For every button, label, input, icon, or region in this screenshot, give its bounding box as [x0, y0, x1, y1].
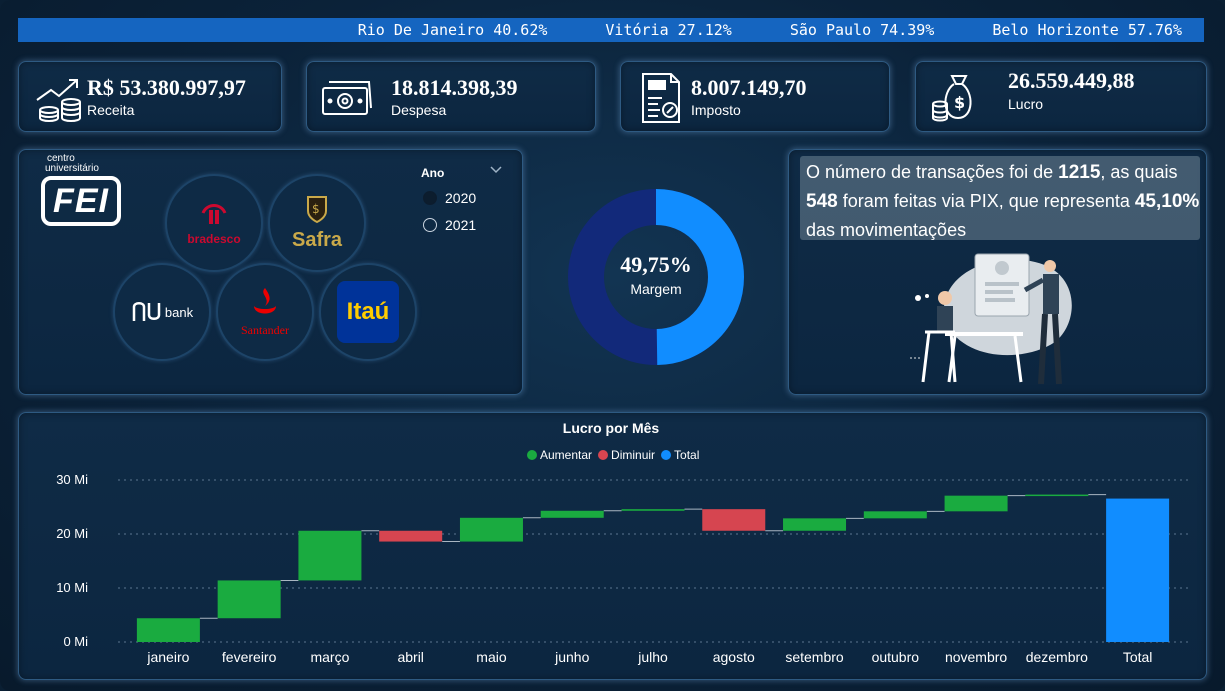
x-tick-label: outubro [872, 649, 920, 665]
kpi-value: R$ 53.380.997,97 [87, 75, 246, 100]
x-tick-label: Total [1123, 649, 1153, 665]
bar-increase[interactable] [621, 509, 685, 511]
radio-icon[interactable] [423, 218, 437, 232]
tax-document-icon [642, 73, 680, 123]
bradesco-tree-icon [201, 203, 227, 224]
x-tick-label: abril [397, 649, 423, 665]
ticker-item: Rio De Janeiro 40.62% [357, 21, 548, 39]
chevron-down-icon[interactable] [489, 162, 503, 176]
kpi-label: Lucro [1008, 96, 1044, 112]
waterfall-chart: 0 Mi 10 Mi 20 Mi 30 Mi janeiro fevereiro março… [56, 472, 1190, 665]
safra-shield-icon: $ [307, 196, 327, 224]
bar-total[interactable] [1106, 498, 1170, 642]
kpi-card-despesa: 18.814.398,39 Despesa [306, 61, 596, 132]
bank-nubank-logo: bank [113, 263, 211, 361]
legend-item[interactable]: Total [661, 448, 699, 462]
y-tick-label: 20 Mi [56, 526, 88, 541]
x-tick-label: agosto [713, 649, 755, 665]
margin-label: Margem [630, 281, 682, 297]
chart-title: Lucro por Mês [562, 420, 660, 436]
x-tick-label: julho [637, 649, 668, 665]
x-tick-label: março [310, 649, 349, 665]
svg-text:$: $ [954, 93, 965, 112]
business-meeting-illustration [910, 253, 1072, 385]
kpi-label: Despesa [391, 102, 447, 118]
money-bag-icon: $ [932, 75, 972, 122]
legend-item[interactable]: Aumentar [527, 448, 592, 462]
margin-value: 49,75% [620, 252, 692, 277]
revenue-growth-icon [36, 79, 81, 122]
bank-safra-logo: $ Safra [268, 174, 366, 272]
bar-increase[interactable] [217, 580, 281, 619]
bar-increase[interactable] [944, 495, 1008, 512]
transactions-text: O número de transações foi de 1215, as q… [800, 156, 1200, 240]
bar-increase[interactable] [863, 511, 927, 519]
bank-bradesco-logo: bradesco [165, 174, 263, 272]
bar-decrease[interactable] [702, 509, 766, 531]
cash-bill-icon [322, 81, 372, 115]
year-option-2020[interactable]: 2020 [423, 190, 476, 206]
y-tick-label: 30 Mi [56, 472, 88, 487]
bar-increase[interactable] [136, 618, 200, 642]
x-tick-label: dezembro [1026, 649, 1088, 665]
x-tick-label: maio [476, 649, 507, 665]
nubank-nu-icon [132, 302, 161, 321]
bank-itau-logo: Itaú [319, 263, 417, 361]
kpi-card-imposto: 8.007.149,70 Imposto [620, 61, 890, 132]
bar-increase[interactable] [783, 518, 847, 531]
bar-increase[interactable] [1025, 494, 1089, 497]
legend-item[interactable]: Diminuir [598, 448, 655, 462]
kpi-card-receita: R$ 53.380.997,97 Receita [18, 61, 282, 132]
x-tick-label: setembro [785, 649, 844, 665]
bar-increase[interactable] [540, 510, 604, 518]
fei-logo: centro universitário FEI [41, 154, 125, 232]
kpi-value: 8.007.149,70 [691, 75, 807, 100]
y-tick-label: 0 Mi [63, 634, 88, 649]
kpi-label: Imposto [691, 102, 741, 118]
svg-text:$: $ [312, 202, 320, 216]
ticker-item: Vitória 27.12% [605, 21, 732, 39]
city-ticker: Rio De Janeiro 40.62% Vitória 27.12% São… [18, 18, 1204, 42]
year-option-2021[interactable]: 2021 [423, 217, 476, 233]
radio-selected-icon[interactable] [423, 191, 437, 205]
x-tick-label: novembro [945, 649, 1007, 665]
x-tick-label: junho [554, 649, 589, 665]
kpi-card-lucro: $ 26.559.449,88 Lucro [915, 61, 1207, 132]
bank-santander-logo: Santander [216, 263, 314, 361]
bar-decrease[interactable] [379, 530, 443, 542]
banks-panel: centro universitário FEI bradesco $ Safr… [18, 149, 523, 395]
bar-increase[interactable] [459, 517, 523, 542]
kpi-value: 18.814.398,39 [391, 75, 518, 100]
x-tick-label: janeiro [146, 649, 189, 665]
kpi-label: Receita [87, 102, 135, 118]
y-tick-label: 10 Mi [56, 580, 88, 595]
kpi-value: 26.559.449,88 [1008, 68, 1135, 93]
ticker-item: Belo Horizonte 57.76% [992, 21, 1182, 39]
year-filter-title: Ano [421, 166, 445, 180]
chart-legend: Aumentar Diminuir Total [527, 448, 699, 462]
x-tick-label: fevereiro [222, 649, 277, 665]
bar-increase[interactable] [298, 530, 362, 581]
ticker-item: São Paulo 74.39% [789, 21, 935, 39]
santander-flame-icon [253, 288, 276, 314]
